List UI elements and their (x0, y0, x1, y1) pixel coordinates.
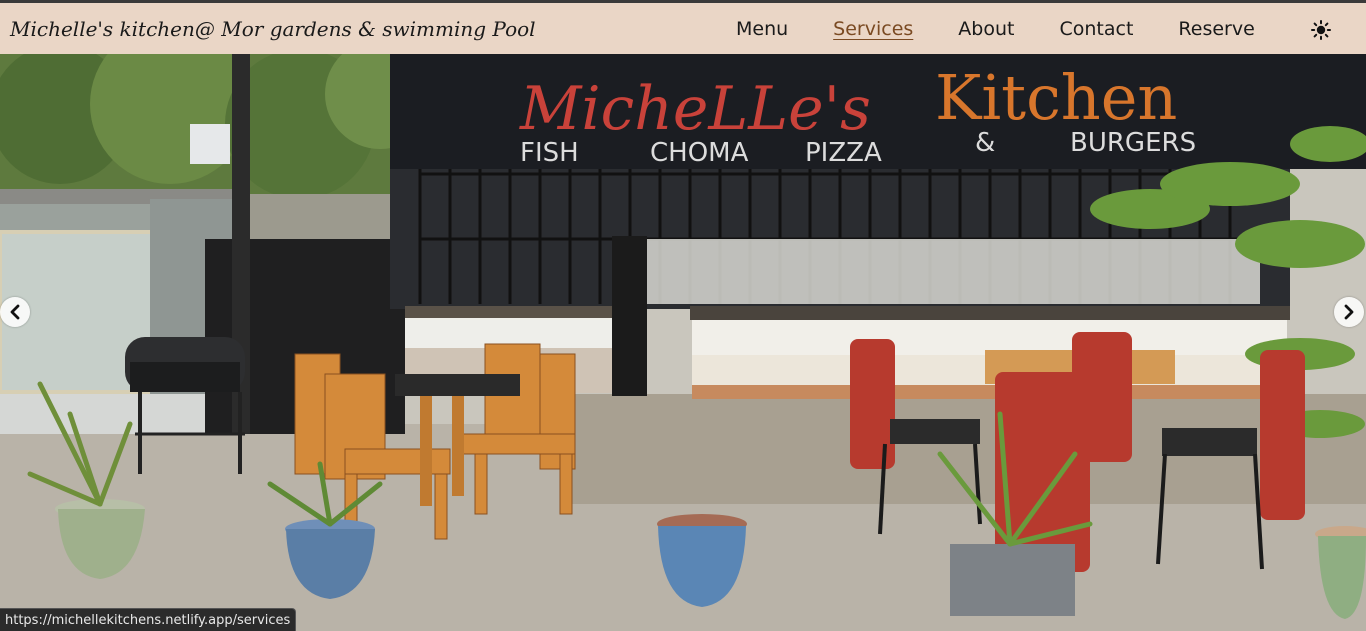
status-bar-url: https://michellekitchens.netlify.app/ser… (0, 608, 297, 631)
sign-burgers-text: BURGERS (1070, 128, 1196, 158)
nav-link-reserve[interactable]: Reserve (1178, 18, 1254, 40)
sign-and-text: & (975, 128, 995, 158)
chevron-right-icon (1344, 304, 1354, 320)
theme-toggle-button[interactable] (1311, 20, 1331, 40)
brand-title[interactable]: Michelle's kitchen@ Mor gardens & swimmi… (10, 17, 536, 41)
sign-kitchen-text: Kitchen (935, 61, 1177, 134)
top-navbar: Michelle's kitchen@ Mor gardens & swimmi… (0, 0, 1366, 54)
sign-title-text: MicheLLe's (519, 74, 871, 144)
sign-choma-text: CHOMA (650, 138, 749, 168)
hero-carousel: MicheLLe's Kitchen FISH CHOMA PIZZA & BU… (0, 54, 1366, 631)
sign-pizza-text: PIZZA (805, 138, 882, 168)
nav-link-about[interactable]: About (958, 18, 1014, 40)
sign-fish-text: FISH (520, 138, 579, 168)
nav-link-services[interactable]: Services (833, 18, 913, 40)
carousel-prev-button[interactable] (0, 297, 30, 327)
nav-link-menu[interactable]: Menu (736, 18, 788, 40)
sun-icon (1311, 20, 1331, 40)
carousel-next-button[interactable] (1334, 297, 1364, 327)
chevron-left-icon (10, 304, 20, 320)
main-nav: Menu Services About Contact Reserve (736, 18, 1300, 40)
nav-link-contact[interactable]: Contact (1059, 18, 1133, 40)
restaurant-photo: MicheLLe's Kitchen FISH CHOMA PIZZA & BU… (0, 54, 1366, 631)
